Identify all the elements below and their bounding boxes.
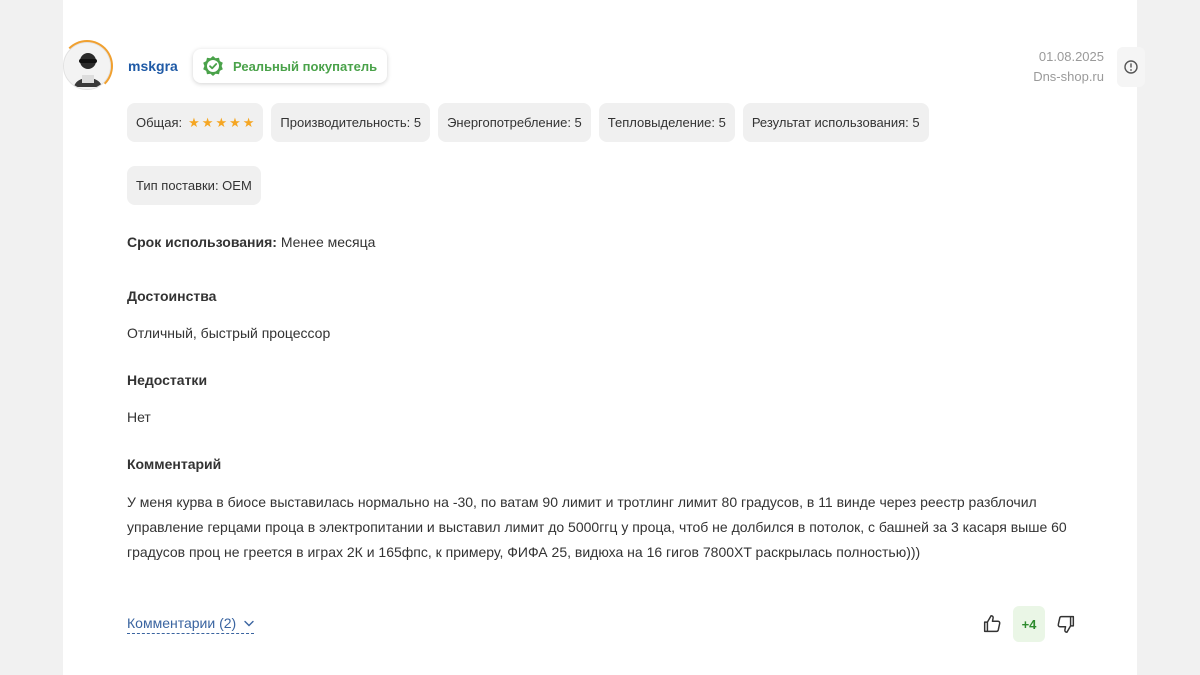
star-icon: ★ <box>188 115 200 130</box>
star-icon: ★ <box>229 115 241 130</box>
chevron-down-icon <box>244 620 254 626</box>
verified-check-icon <box>203 56 223 76</box>
delivery-type-chip: Тип поставки: OEM <box>127 166 261 205</box>
upvote-button[interactable] <box>978 606 1006 642</box>
rating-chip-heat: Тепловыделение: 5 <box>598 103 735 142</box>
review-meta: 01.08.2025 Dns-shop.ru <box>1033 47 1104 87</box>
pros-text: Отличный, быстрый процессор <box>127 325 331 341</box>
ratings-row: Общая: ★ ★ ★ ★ ★ Производительность: 5 Э… <box>127 103 929 142</box>
rating-chip-power: Энергопотребление: 5 <box>438 103 591 142</box>
usage-label: Срок использования: <box>127 234 277 250</box>
comments-toggle[interactable]: Комментарии (2) <box>127 615 255 634</box>
comments-link-label: Комментарии (2) <box>127 615 237 631</box>
info-icon <box>1124 60 1138 74</box>
review-date: 01.08.2025 <box>1038 49 1104 64</box>
downvote-button[interactable] <box>1052 606 1080 642</box>
usage-period: Срок использования: Менее месяца <box>127 234 375 250</box>
pros-title: Достоинства <box>127 288 217 304</box>
avatar-ring <box>61 40 113 92</box>
real-buyer-label: Реальный покупатель <box>233 58 378 74</box>
star-icon: ★ <box>201 115 214 130</box>
cons-text: Нет <box>127 409 151 425</box>
thumbs-up-icon <box>983 615 1001 633</box>
info-button[interactable] <box>1117 47 1145 87</box>
rating-chip-result: Результат использования: 5 <box>742 103 929 142</box>
usage-value: Менее месяца <box>280 234 376 250</box>
cons-title: Недостатки <box>127 372 208 388</box>
star-icon: ★ <box>215 115 228 130</box>
overall-rating-label: Общая: <box>136 115 183 130</box>
comment-title: Комментарий <box>127 456 222 472</box>
username-link[interactable]: mskgra <box>128 58 178 74</box>
vote-count: +4 <box>1013 606 1045 642</box>
real-buyer-badge: Реальный покупатель <box>193 49 388 83</box>
comment-text: У меня курва в биосе выставилась нормаль… <box>127 494 1067 560</box>
review-header: mskgra Реальный покупатель 01.08.2025 Dn… <box>61 40 1145 92</box>
overall-stars: ★ ★ ★ ★ ★ <box>188 116 254 129</box>
review-source: Dns-shop.ru <box>1033 69 1104 84</box>
thumbs-down-icon <box>1057 615 1075 633</box>
overall-rating-chip: Общая: ★ ★ ★ ★ ★ <box>127 103 264 142</box>
star-icon: ★ <box>242 115 255 130</box>
rating-chip-performance: Производительность: 5 <box>271 103 431 142</box>
vote-controls: +4 <box>978 606 1080 642</box>
